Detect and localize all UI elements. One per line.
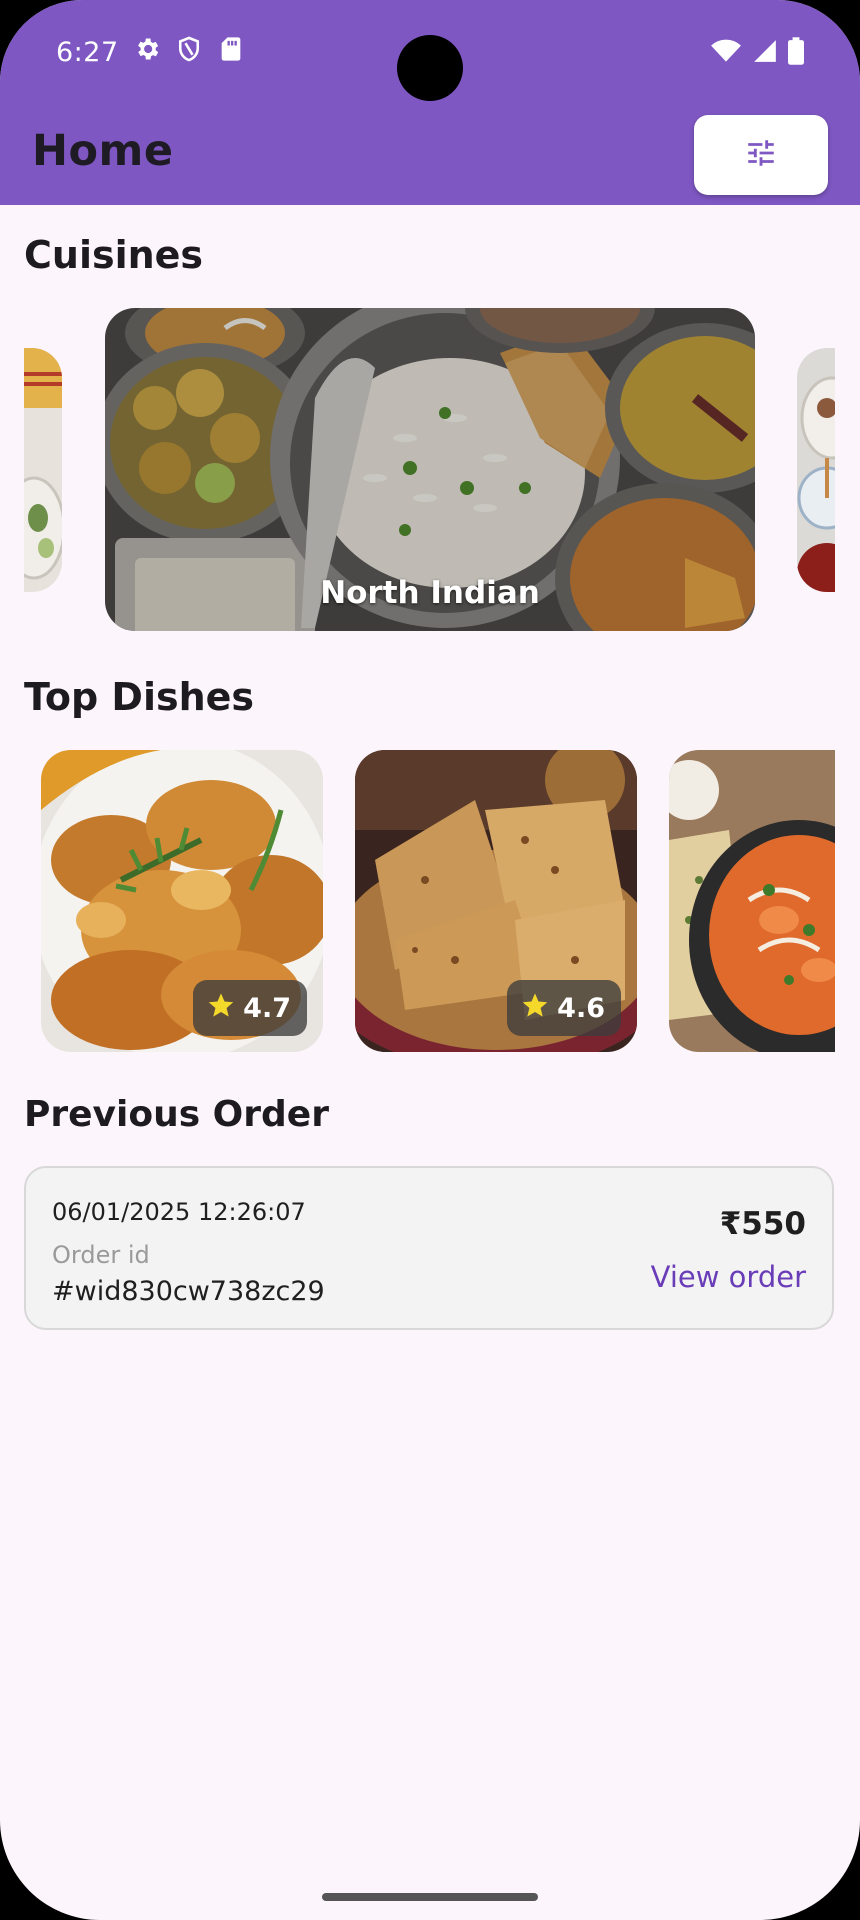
view-order-link[interactable]: View order [651,1260,806,1294]
shield-icon [175,35,203,70]
rating-badge: 4.6 [507,980,621,1036]
top-dishes-heading: Top Dishes [24,675,255,719]
order-id-label: Order id [52,1241,150,1269]
app-bar: 6:27 Home [0,0,860,205]
previous-order-heading: Previous Order [24,1094,329,1135]
rating-value: 4.6 [557,992,605,1024]
star-icon [207,991,235,1026]
butter-chicken-image [669,750,835,1052]
status-time: 6:27 [56,36,119,68]
status-bar: 6:27 [56,34,245,70]
cuisine-card-north-indian[interactable]: North Indian [105,308,755,631]
tune-sliders-icon [744,136,778,174]
page-title: Home [32,126,174,176]
cuisine-card-previous[interactable] [24,348,62,592]
rating-badge: 4.7 [193,980,307,1036]
wifi-icon [710,36,742,70]
phone-screen: 6:27 Home Cuisines North Indian Top Dish… [0,0,860,1920]
star-icon [521,991,549,1026]
front-camera [397,35,463,101]
battery-icon [788,36,804,70]
cuisine-label: North Indian [320,575,540,611]
cuisines-heading: Cuisines [24,233,204,277]
home-indicator[interactable] [322,1893,538,1901]
dish-card[interactable] [669,750,835,1052]
order-datetime: 06/01/2025 12:26:07 [52,1198,306,1226]
order-id: #wid830cw738zc29 [52,1276,325,1307]
cuisine-card-next[interactable] [797,348,835,592]
gear-icon [133,35,161,70]
previous-order-card[interactable]: 06/01/2025 12:26:07 Order id #wid830cw73… [24,1166,834,1330]
sd-card-icon [217,35,245,70]
order-price: ₹550 [719,1206,806,1242]
rating-value: 4.7 [243,992,291,1024]
dish-card[interactable]: 4.7 [41,750,323,1052]
status-right-icons [710,36,804,70]
filter-button[interactable] [694,115,828,195]
dish-card[interactable]: 4.6 [355,750,637,1052]
signal-icon [752,36,778,70]
